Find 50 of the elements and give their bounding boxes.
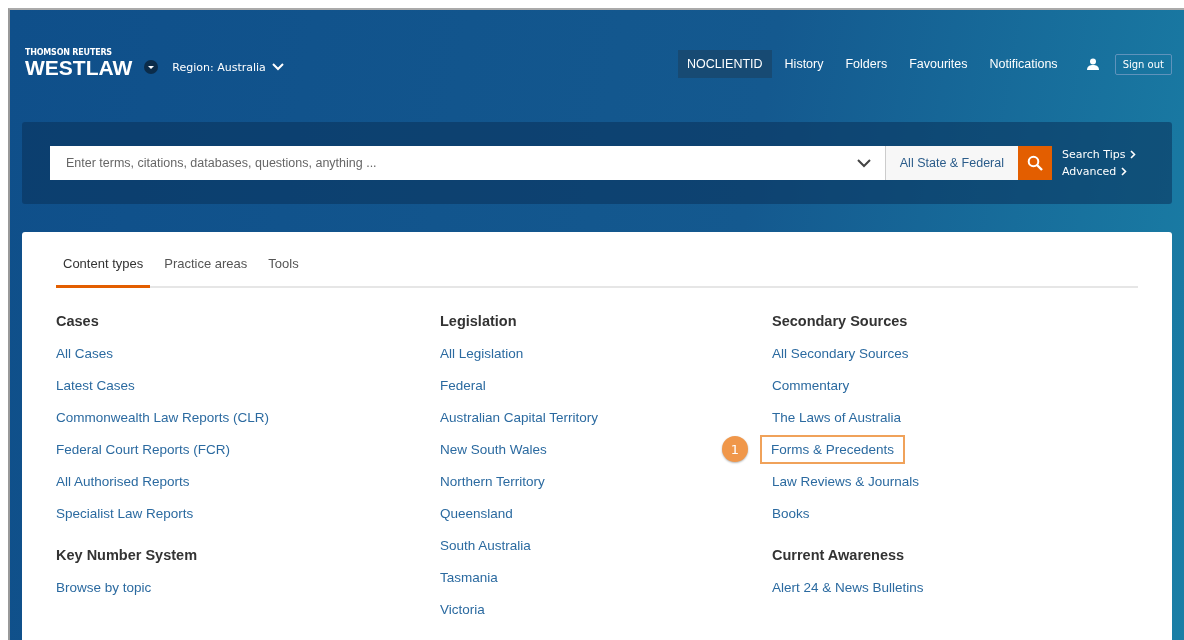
content-link[interactable]: Victoria (440, 601, 485, 617)
nav-link[interactable]: NOCLIENTID (677, 50, 772, 78)
brand-tagline: THOMSON REUTERS (25, 47, 113, 57)
tab[interactable]: Practice areas (157, 246, 255, 288)
chevron-down-icon[interactable] (856, 158, 871, 168)
content-link[interactable]: All Cases (56, 345, 114, 361)
search-button[interactable] (1018, 146, 1052, 180)
content-link[interactable]: Queensland (440, 505, 513, 521)
content-link[interactable]: Federal Court Reports (FCR) (56, 441, 231, 457)
content-link[interactable]: Specialist Law Reports (56, 505, 194, 521)
content-link[interactable]: Forms & Precedents (762, 436, 904, 462)
content-link[interactable]: All Authorised Reports (56, 473, 190, 489)
user-icon[interactable] (1086, 58, 1099, 70)
nav-link[interactable]: Folders (836, 50, 897, 78)
content-link[interactable]: Law Reviews & Journals (772, 473, 920, 489)
content-link[interactable]: All Secondary Sources (772, 345, 909, 361)
search-field[interactable]: Enter terms, citations, databases, questions, anything ... (50, 146, 885, 180)
callout-badge: 1 (722, 436, 748, 462)
content-link[interactable]: Commonwealth Law Reports (CLR) (56, 409, 270, 425)
section-heading: Key Number System (56, 547, 199, 563)
search-link[interactable]: Advanced (1062, 163, 1152, 180)
content-link[interactable]: Latest Cases (56, 377, 135, 393)
content-link[interactable]: All Legislation (440, 345, 524, 361)
sign-out-button[interactable]: Sign out (1114, 53, 1172, 75)
content-link[interactable]: The Laws of Australia (772, 409, 902, 425)
content-link[interactable]: Tasmania (440, 569, 498, 585)
tab[interactable]: Tools (261, 246, 306, 288)
content-link[interactable]: Federal (440, 377, 486, 393)
content-link[interactable]: Alert 24 & News Bulletins (772, 579, 924, 595)
content-link[interactable]: Commentary (772, 377, 850, 393)
section-heading: Cases (56, 313, 100, 329)
content-link[interactable]: South Australia (440, 537, 531, 553)
tab[interactable]: Content types (56, 246, 151, 288)
section-heading: Current Awareness (772, 547, 906, 563)
content-link[interactable]: Books (772, 505, 810, 521)
search-link[interactable]: Search Tips (1062, 146, 1152, 163)
dropdown-icon[interactable] (144, 60, 159, 74)
region-dropdown[interactable]: Region: Australia (172, 60, 284, 74)
jurisdiction-button[interactable]: All State & Federal (884, 146, 1018, 180)
search-icon[interactable] (1027, 155, 1043, 171)
nav-link[interactable]: Notifications (980, 50, 1067, 78)
brand-logo[interactable]: WESTLAW (25, 56, 133, 79)
section-heading: Legislation (440, 313, 518, 329)
section-heading: Secondary Sources (772, 313, 909, 329)
nav-link[interactable]: Favourites (900, 50, 977, 78)
content-link[interactable]: New South Wales (440, 441, 547, 457)
content-link[interactable]: Browse by topic (56, 579, 152, 595)
content-link[interactable]: Northern Territory (440, 473, 545, 489)
nav-link[interactable]: History (775, 50, 833, 78)
content-link[interactable]: Australian Capital Territory (440, 409, 599, 425)
